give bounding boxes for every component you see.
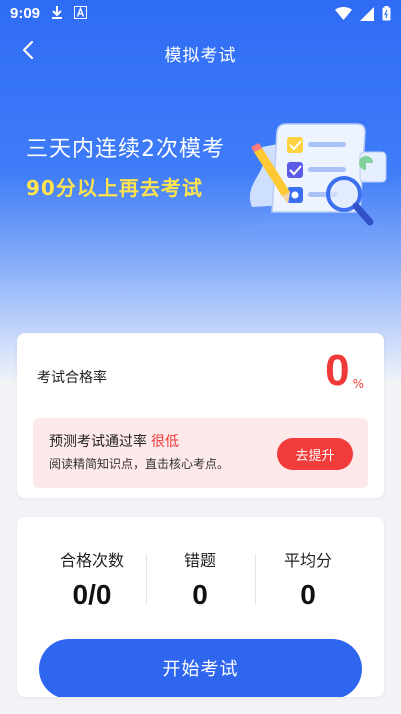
stat-label: 错题 bbox=[183, 551, 216, 570]
page-title: 模拟考试 bbox=[164, 46, 237, 66]
predict-text: 预测考试通过率 很低 bbox=[49, 431, 179, 451]
stat-pass-count: 合格次数 0/0 bbox=[37, 547, 147, 611]
stat-average-score: 平均分 0 bbox=[253, 547, 363, 611]
hero-slogan-line2: 90分以上再去考试 bbox=[26, 176, 203, 200]
stat-label: 平均分 bbox=[283, 551, 332, 570]
nav-bar: 模拟考试 bbox=[0, 34, 401, 70]
predict-tip: 阅读精简知识点，直击核心考点。 bbox=[49, 457, 230, 471]
predict-label: 预测考试通过率 bbox=[49, 434, 147, 450]
stats-card: 合格次数 0/0 错题 0 平均分 0 开始考试 bbox=[17, 517, 384, 697]
start-exam-button[interactable]: 开始考试 bbox=[39, 639, 362, 697]
a-badge-icon bbox=[74, 5, 87, 23]
signal-icon bbox=[360, 6, 374, 25]
status-bar: 9:09 bbox=[0, 0, 401, 28]
improve-button[interactable]: 去提升 bbox=[277, 438, 353, 470]
wifi-icon bbox=[335, 7, 352, 24]
status-time: 9:09 bbox=[10, 5, 41, 22]
stat-value: 0 bbox=[300, 579, 316, 610]
stat-value: 0/0 bbox=[72, 579, 112, 610]
stat-label: 合格次数 bbox=[59, 551, 124, 570]
predict-level: 很低 bbox=[151, 434, 179, 450]
stat-value: 0 bbox=[192, 579, 208, 610]
stat-wrong-questions[interactable]: 错题 0 bbox=[145, 547, 255, 611]
pass-rate-number: 0 bbox=[325, 346, 350, 395]
download-icon bbox=[50, 5, 64, 23]
hero-slogan-line1: 三天内连续2次模考 bbox=[26, 137, 225, 162]
pass-rate-unit: % bbox=[352, 377, 364, 391]
predict-panel: 预测考试通过率 很低 阅读精简知识点，直击核心考点。 去提升 bbox=[33, 418, 368, 488]
pass-rate-card: 考试合格率 0 % 预测考试通过率 很低 阅读精简知识点，直击核心考点。 去提升 bbox=[17, 333, 384, 498]
pass-rate-label: 考试合格率 bbox=[37, 370, 107, 386]
exam-illustration bbox=[232, 112, 392, 242]
battery-icon bbox=[382, 6, 391, 25]
pass-rate-value: 0 % bbox=[325, 347, 364, 395]
